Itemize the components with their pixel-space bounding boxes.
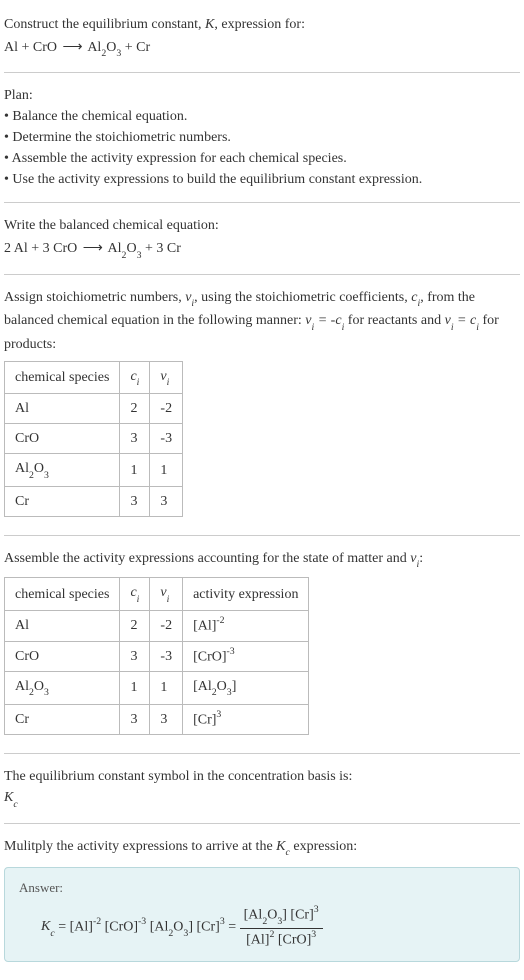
cell-ci: 1: [120, 454, 150, 486]
eq-reactants: νi = -ci: [305, 313, 344, 328]
col-ci: ci: [120, 361, 150, 393]
balanced-section: Write the balanced chemical equation: 2 …: [4, 209, 520, 267]
cell-ci: 3: [120, 486, 150, 516]
arrow-icon: ⟶: [83, 238, 103, 259]
vi-symbol: νi: [410, 551, 419, 566]
divider: [4, 535, 520, 536]
cell-ci: 3: [120, 424, 150, 454]
kc-symbol-section: The equilibrium constant symbol in the c…: [4, 760, 520, 816]
cell-species: CrO: [5, 424, 120, 454]
cell-activity: [Al]-2: [183, 610, 309, 641]
balanced-equation: 2 Al + 3 CrO ⟶ Al2O3 + 3 Cr: [4, 238, 520, 261]
cell-species: Al: [5, 610, 120, 641]
cell-vi: 1: [150, 454, 183, 486]
cell-ci: 1: [120, 672, 150, 704]
text: :: [419, 551, 423, 566]
assemble-heading: Assemble the activity expressions accoun…: [4, 548, 520, 571]
activity-table: chemical species ci νi activity expressi…: [4, 577, 309, 735]
kc-symbol: Kc: [276, 839, 290, 854]
col-species: chemical species: [5, 578, 120, 610]
kc-symbol-heading: The equilibrium constant symbol in the c…: [4, 766, 520, 787]
text: Mulitply the activity expressions to arr…: [4, 839, 276, 854]
text: for reactants and: [344, 313, 444, 328]
col-species: chemical species: [5, 361, 120, 393]
text: expression:: [290, 839, 357, 854]
plan-item: Use the activity expressions to build th…: [4, 169, 520, 190]
divider: [4, 202, 520, 203]
plan-item: Balance the chemical equation.: [4, 106, 520, 127]
divider: [4, 753, 520, 754]
plan-section: Plan: Balance the chemical equation. Det…: [4, 79, 520, 196]
assign-section: Assign stoichiometric numbers, νi, using…: [4, 281, 520, 529]
balanced-heading: Write the balanced chemical equation:: [4, 215, 520, 236]
table-row: Al2O3 1 1: [5, 454, 183, 486]
col-ci: ci: [120, 578, 150, 610]
cell-vi: -2: [150, 394, 183, 424]
cell-activity: [Cr]3: [183, 704, 309, 735]
cell-activity: [Al2O3]: [183, 672, 309, 704]
cell-species: Al2O3: [5, 672, 120, 704]
kc-symbol: Kc: [4, 787, 520, 810]
cell-ci: 3: [120, 704, 150, 735]
table-row: CrO 3 -3: [5, 424, 183, 454]
numerator: [Al2O3] [Cr]3: [240, 904, 323, 929]
table-header-row: chemical species ci νi activity expressi…: [5, 578, 309, 610]
table-row: Al2O3 1 1 [Al2O3]: [5, 672, 309, 704]
col-vi: νi: [150, 578, 183, 610]
cell-vi: 3: [150, 486, 183, 516]
text: , using the stoichiometric coefficients,: [194, 290, 411, 305]
divider: [4, 823, 520, 824]
cell-species: Al: [5, 394, 120, 424]
prompt-text-1: Construct the equilibrium constant,: [4, 17, 205, 32]
divider: [4, 72, 520, 73]
plan-item: Determine the stoichiometric numbers.: [4, 127, 520, 148]
plan-list: Balance the chemical equation. Determine…: [4, 106, 520, 190]
cell-species: Cr: [5, 486, 120, 516]
unbalanced-equation: Al + CrO ⟶ Al2O3 + Cr: [4, 37, 520, 60]
ci-symbol: ci: [411, 290, 420, 305]
stoich-table: chemical species ci νi Al 2 -2 CrO 3 -3 …: [4, 361, 183, 517]
assemble-section: Assemble the activity expressions accoun…: [4, 542, 520, 747]
cell-ci: 3: [120, 641, 150, 672]
plan-title: Plan:: [4, 85, 520, 106]
table-row: Al 2 -2 [Al]-2: [5, 610, 309, 641]
text: Assign stoichiometric numbers,: [4, 290, 185, 305]
answer-label: Answer:: [19, 878, 505, 898]
table-row: Cr 3 3 [Cr]3: [5, 704, 309, 735]
k-symbol: K: [205, 17, 214, 32]
answer-box: Answer: Kc = [Al]-2 [CrO]-3 [Al2O3] [Cr]…: [4, 867, 520, 961]
cell-species: CrO: [5, 641, 120, 672]
fraction: [Al2O3] [Cr]3 [Al]2 [CrO]3: [240, 904, 323, 951]
text: Assemble the activity expressions accoun…: [4, 551, 410, 566]
cell-vi: 1: [150, 672, 183, 704]
denominator: [Al]2 [CrO]3: [240, 929, 323, 951]
cell-ci: 2: [120, 610, 150, 641]
col-vi: νi: [150, 361, 183, 393]
prompt-section: Construct the equilibrium constant, K, e…: [4, 8, 520, 66]
cell-species: Cr: [5, 704, 120, 735]
table-row: Cr 3 3: [5, 486, 183, 516]
arrow-icon: ⟶: [63, 37, 83, 58]
table-row: Al 2 -2: [5, 394, 183, 424]
plan-item: Assemble the activity expression for eac…: [4, 148, 520, 169]
cell-species: Al2O3: [5, 454, 120, 486]
cell-vi: -3: [150, 641, 183, 672]
answer-formula: Kc = [Al]-2 [CrO]-3 [Al2O3] [Cr]3 = [Al2…: [41, 904, 505, 951]
prompt-text-2: , expression for:: [214, 17, 305, 32]
answer-section: Mulitply the activity expressions to arr…: [4, 830, 520, 972]
cell-vi: 3: [150, 704, 183, 735]
divider: [4, 274, 520, 275]
cell-vi: -2: [150, 610, 183, 641]
vi-symbol: νi: [185, 290, 194, 305]
eq-products: νi = ci: [445, 313, 479, 328]
prompt-line: Construct the equilibrium constant, K, e…: [4, 14, 520, 35]
cell-ci: 2: [120, 394, 150, 424]
table-header-row: chemical species ci νi: [5, 361, 183, 393]
cell-activity: [CrO]-3: [183, 641, 309, 672]
cell-vi: -3: [150, 424, 183, 454]
multiply-heading: Mulitply the activity expressions to arr…: [4, 836, 520, 859]
col-activity: activity expression: [183, 578, 309, 610]
table-row: CrO 3 -3 [CrO]-3: [5, 641, 309, 672]
assign-heading: Assign stoichiometric numbers, νi, using…: [4, 287, 520, 355]
